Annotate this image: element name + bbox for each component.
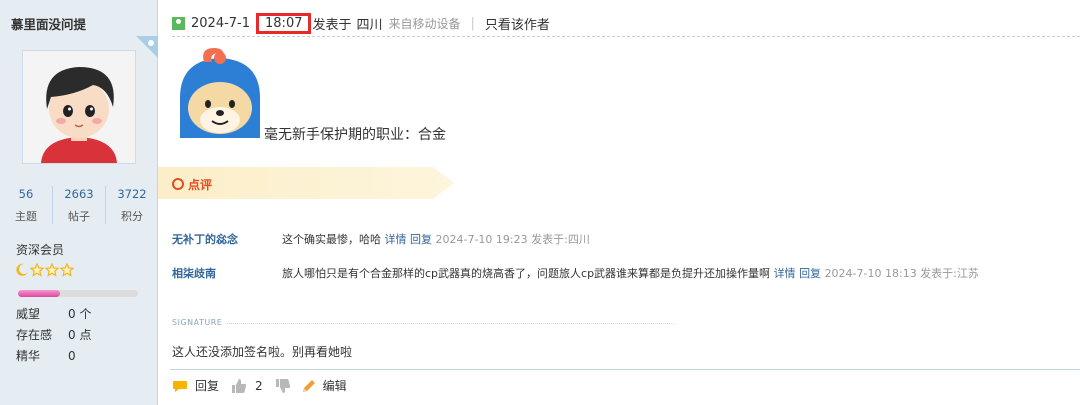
like-count: 2	[255, 378, 263, 393]
signature-label: SIGNATURE	[172, 318, 227, 327]
signature-divider	[172, 323, 674, 325]
attr-prestige: 威望 0 个	[16, 307, 92, 321]
stat-threads[interactable]: 56 主题	[0, 186, 53, 224]
like-button[interactable]: 2	[231, 378, 263, 394]
comment-user[interactable]: 相柒歧南	[172, 265, 216, 281]
author-name[interactable]: 慕里面没问提	[11, 14, 86, 33]
edit-label: 编辑	[322, 379, 347, 393]
online-status-icon	[172, 17, 185, 30]
footer-divider	[170, 369, 1080, 370]
attr-digest: 精华 0	[16, 349, 76, 363]
post-meta: 2024-7-1 18:07 发表于 四川 来自移动设备 | 只看该作者	[172, 13, 550, 34]
author-stats: 56 主题 2663 帖子 3722 积分	[0, 186, 158, 224]
rank-progress-bar	[18, 290, 138, 297]
speech-bubble-icon	[173, 380, 187, 392]
sticker-image	[180, 48, 260, 138]
attr-presence: 存在感 0 点	[16, 328, 92, 342]
post-date: 2024-7-1	[191, 16, 251, 31]
signature-text: 这人还没添加签名啦。别再看她啦	[172, 345, 353, 359]
meta-separator: |	[470, 16, 475, 31]
avatar[interactable]	[22, 50, 136, 164]
rank-progress-fill	[18, 290, 60, 297]
comment-circle-icon	[172, 178, 184, 190]
comment-detail-link[interactable]: 详情	[774, 267, 796, 280]
comment-detail-link[interactable]: 详情	[385, 233, 407, 246]
edit-button[interactable]: 编辑	[301, 377, 347, 394]
posted-label: 发表于	[312, 18, 352, 33]
reply-button[interactable]: 回复	[172, 377, 219, 394]
only-author-link[interactable]: 只看该作者	[485, 14, 550, 33]
meta-divider	[172, 36, 1080, 37]
comment-text: 旅人哪怕只是有个合金那样的cp武器真的烧高香了，问题旅人cp武器谁来算都是负提升…	[282, 267, 771, 280]
post-content: 毫无新手保护期的职业：合金	[264, 127, 446, 143]
post-actions: 回复 2 编辑	[172, 377, 347, 394]
thumbs-down-icon	[275, 378, 290, 393]
comment-timestamp: 2024-7-10 19:23 发表于:四川	[435, 233, 590, 246]
reply-label: 回复	[195, 379, 220, 393]
star-icon	[45, 263, 59, 277]
rank-title: 资深会员	[16, 243, 65, 257]
post-main: 2024-7-1 18:07 发表于 四川 来自移动设备 | 只看该作者 毫无新…	[158, 0, 1080, 405]
star-icon	[60, 263, 74, 277]
comment-reply-link[interactable]: 回复	[410, 233, 432, 246]
comment-text: 这个确实最惨，哈哈	[282, 233, 381, 246]
dislike-button[interactable]	[275, 378, 291, 394]
post-time-highlight: 18:07	[256, 13, 312, 34]
ribbon-corner-icon	[136, 36, 158, 58]
pencil-icon	[302, 379, 315, 392]
rank-stars	[15, 263, 74, 277]
comment-timestamp: 2024-7-10 18:13 发表于:江苏	[824, 267, 979, 280]
comment-reply-link[interactable]: 回复	[799, 267, 821, 280]
thumbs-up-icon	[232, 378, 247, 393]
comment-user[interactable]: 无补丁的惢念	[172, 231, 238, 247]
comments-header: 点评	[158, 167, 454, 199]
author-sidebar: 慕里面没问提 56 主题 2663 帖子 3722 积分 资深会员 威望 0 个…	[0, 0, 158, 405]
post-device: 来自移动设备	[388, 17, 461, 31]
stat-points[interactable]: 3722 积分	[106, 186, 158, 224]
moon-icon	[16, 263, 28, 276]
post-location: 四川	[356, 18, 383, 33]
stat-posts[interactable]: 2663 帖子	[53, 186, 106, 224]
star-icon	[30, 263, 44, 277]
